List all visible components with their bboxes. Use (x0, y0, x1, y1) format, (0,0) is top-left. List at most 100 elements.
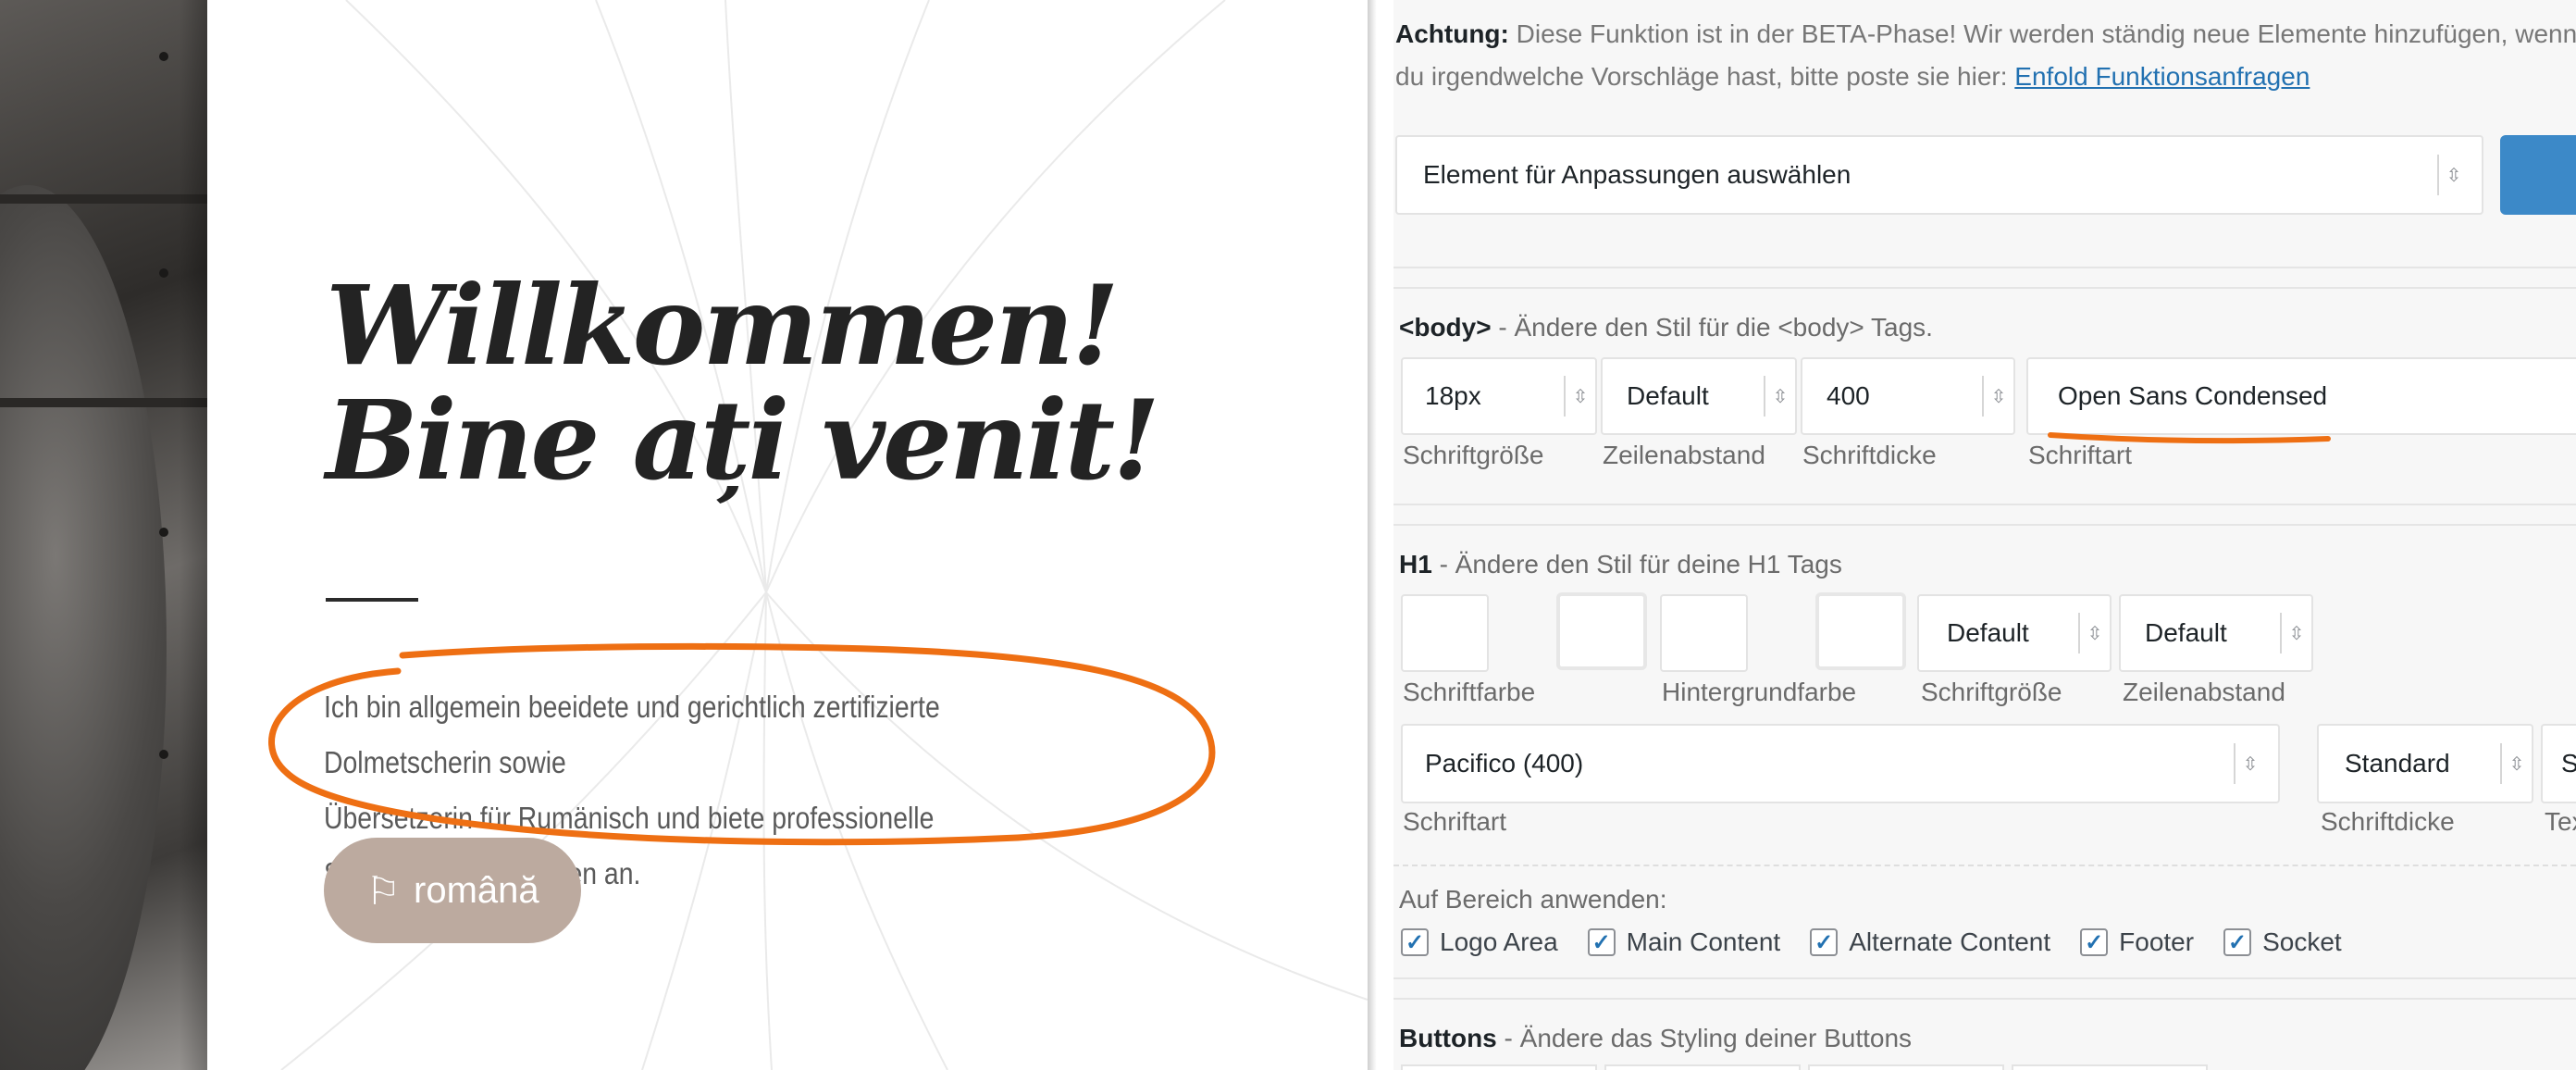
theme-options-panel: Achtung: Diese Funktion ist in der BETA-… (1393, 0, 2576, 1070)
field-label: Hintergrundfarbe (1662, 678, 1857, 706)
background-color-input[interactable] (1660, 594, 1748, 672)
suit-shape (0, 185, 167, 1070)
section-divider (1393, 977, 2576, 979)
select-value: Open Sans Condensed (2058, 381, 2328, 410)
body-section-title: <body> - Ändere den Stil für die <body> … (1399, 313, 1933, 342)
dashed-divider (1393, 865, 2576, 866)
apply-areas-label: Auf Bereich anwenden: (1399, 885, 1667, 914)
select-value: Default (1947, 618, 2029, 647)
select-value: Standard (2345, 749, 2450, 778)
checkmark-icon[interactable]: ✓ (2080, 928, 2109, 956)
h1-section-title: H1 - Ändere den Stil für deine H1 Tags (1399, 550, 1842, 579)
heading-line-german: Willkommen! (326, 261, 1120, 390)
checkbox-footer[interactable]: ✓ Footer (2080, 927, 2194, 957)
select-arrows-icon: ⇳ (2500, 743, 2532, 784)
shelf (0, 194, 207, 204)
checkbox-socket[interactable]: ✓ Socket (2223, 927, 2342, 957)
button-dot (159, 52, 168, 61)
body-line-height-select[interactable]: Default ⇳ (1601, 357, 1797, 435)
shelf (0, 398, 207, 407)
page-heading: Willkommen! Bine ați venit! (326, 261, 1160, 504)
apply-areas-checkboxes: ✓ Logo Area ✓ Main Content ✓ Alternate Cont… (1401, 927, 2342, 957)
section-tag: H1 (1399, 550, 1432, 579)
select-arrows-icon: ⇳ (2280, 613, 2311, 653)
select-arrows-icon: ⇳ (2437, 155, 2469, 195)
field-label: Schriftart (1403, 807, 1507, 836)
h1-line-height-select[interactable]: Default ⇳ (2119, 594, 2313, 672)
h1-font-weight-select[interactable]: Standard ⇳ (2317, 724, 2533, 803)
section-description: - Ändere den Stil für die <body> Tags. (1491, 313, 1933, 342)
pane-separator (1368, 0, 1393, 1070)
select-value: 400 (1827, 381, 1870, 410)
select-arrows-icon: ⇳ (1764, 376, 1795, 417)
body-font-weight-select[interactable]: 400 ⇳ (1801, 357, 2015, 435)
checkbox-label: Alternate Content (1849, 927, 2051, 956)
checkmark-icon[interactable]: ✓ (1810, 928, 1839, 956)
section-description: - Ändere das Styling deiner Buttons (1496, 1024, 1913, 1052)
body-font-family-select[interactable]: Open Sans Condensed (2026, 357, 2576, 435)
partial-field (1808, 1064, 2004, 1070)
select-value: Pacifico (400) (1425, 749, 1584, 778)
checkmark-icon[interactable]: ✓ (1587, 928, 1616, 956)
button-dot (159, 750, 168, 759)
h1-text-transform-select[interactable]: S (2541, 724, 2576, 803)
heading-divider (326, 598, 418, 602)
field-label: Schriftgröße (1921, 678, 2062, 706)
checkbox-logo-area[interactable]: ✓ Logo Area (1401, 927, 1558, 957)
field-label: Schriftfarbe (1403, 678, 1536, 706)
website-preview: Willkommen! Bine ați venit! Ich bin allg… (0, 0, 1368, 1070)
portrait-photo (0, 0, 207, 1070)
language-switch-button[interactable]: ⚐ română (324, 838, 581, 943)
field-label: Zeilenabstand (2123, 678, 2285, 706)
partial-field (1401, 1064, 1597, 1070)
background-color-swatch[interactable] (1815, 592, 1906, 670)
checkbox-main-content[interactable]: ✓ Main Content (1587, 927, 1781, 957)
checkbox-label: Main Content (1626, 927, 1781, 956)
field-label: Schriftgröße (1403, 441, 1544, 469)
h1-font-family-select[interactable]: Pacifico (400) ⇳ (1401, 724, 2280, 803)
select-arrows-icon: ⇳ (1564, 376, 1595, 417)
section-description: - Ändere den Stil für deine H1 Tags (1431, 550, 1842, 579)
field-label: Schriftdicke (2321, 807, 2455, 836)
font-color-input[interactable] (1401, 594, 1489, 672)
checkbox-label: Socket (2262, 927, 2342, 956)
photo-edge (180, 0, 207, 1070)
select-value: 18px (1425, 381, 1481, 410)
element-select[interactable]: Element für Anpassungen auswählen ⇳ (1395, 135, 2483, 215)
notice-label: Achtung: (1395, 19, 1509, 48)
field-label: Zeilenabstand (1603, 441, 1765, 469)
select-value: S (2561, 749, 2576, 778)
checkmark-icon[interactable]: ✓ (2223, 928, 2252, 956)
field-label: Tex (2545, 807, 2576, 836)
select-arrows-icon: ⇳ (1982, 376, 2013, 417)
element-select-value: Element für Anpassungen auswählen (1423, 160, 1852, 189)
field-label: Schriftdicke (1802, 441, 1937, 469)
heading-line-romanian: Bine ați venit! (326, 376, 1160, 504)
intro-line: Ich bin allgemein beeidete und gerichtli… (324, 690, 940, 779)
notice-text: du irgendwelche Vorschläge hast, bitte p… (1395, 62, 2015, 91)
button-dot (159, 528, 168, 537)
add-element-button[interactable] (2500, 135, 2576, 215)
h1-font-size-select[interactable]: Default ⇳ (1917, 594, 2112, 672)
section-divider (1393, 998, 2576, 1000)
checkbox-alternate-content[interactable]: ✓ Alternate Content (1810, 927, 2050, 957)
section-tag: Buttons (1399, 1024, 1497, 1052)
section-divider (1393, 504, 2576, 505)
select-arrows-icon: ⇳ (2234, 743, 2265, 784)
section-divider (1393, 267, 2576, 268)
section-divider (1393, 287, 2576, 289)
notice-text: Diese Funktion ist in der BETA-Phase! Wi… (1508, 19, 2576, 48)
checkmark-icon[interactable]: ✓ (1401, 928, 1429, 956)
section-tag: <body> (1399, 313, 1492, 342)
partial-field (1604, 1064, 1801, 1070)
partial-field (2012, 1064, 2208, 1070)
select-value: Default (1627, 381, 1709, 410)
button-dot (159, 268, 168, 278)
field-label: Schriftart (2028, 441, 2133, 469)
buttons-row-partial (1401, 1064, 2576, 1070)
font-color-swatch[interactable] (1556, 592, 1647, 670)
feature-request-link[interactable]: Enfold Funktionsanfragen (2014, 62, 2310, 91)
signpost-icon: ⚐ (365, 868, 402, 913)
body-font-size-select[interactable]: 18px ⇳ (1401, 357, 1597, 435)
checkbox-label: Footer (2119, 927, 2195, 956)
